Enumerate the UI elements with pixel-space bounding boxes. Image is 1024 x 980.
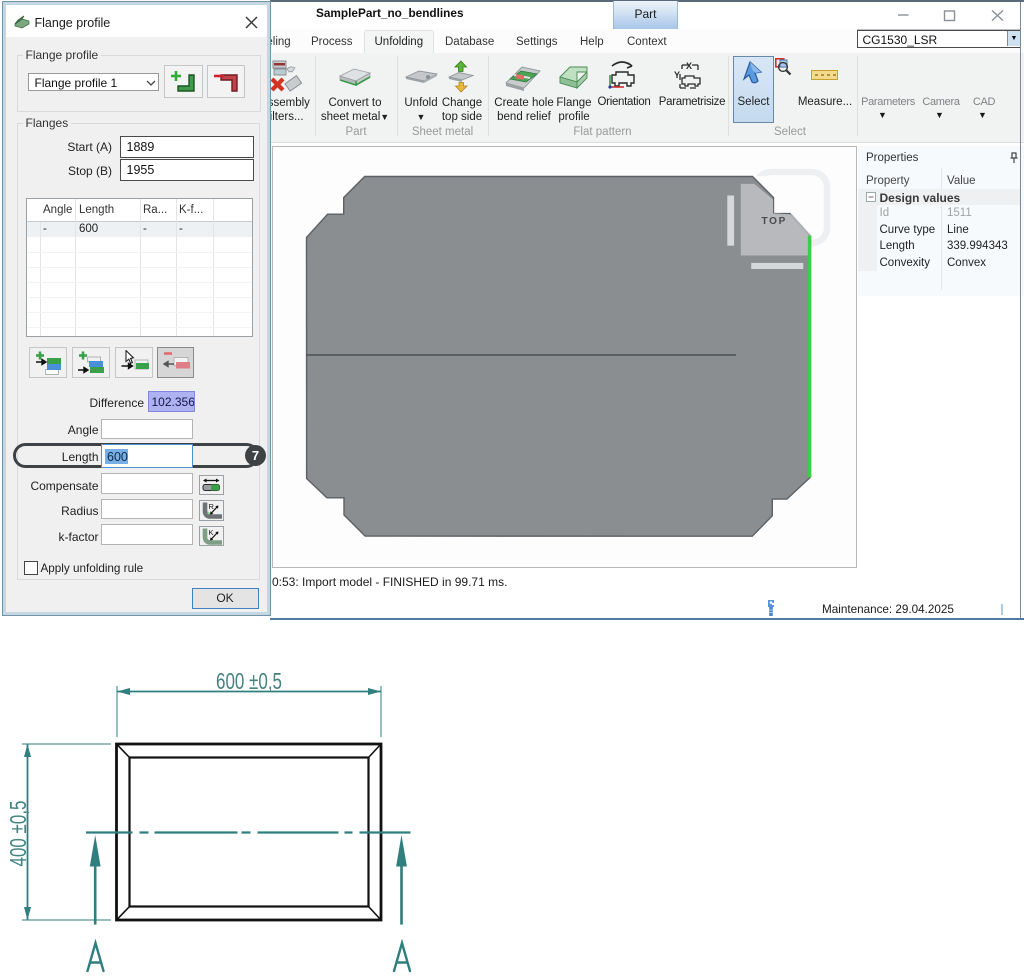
svg-text:Y: Y [674,70,680,80]
svg-text:K: K [208,528,213,537]
svg-text:R: R [208,502,214,511]
svg-text:400 ±0,5: 400 ±0,5 [5,801,31,867]
svg-text:X: X [686,61,692,71]
svg-text:600 ±0,5: 600 ±0,5 [216,668,282,694]
svg-text:TOP: TOP [762,216,787,227]
